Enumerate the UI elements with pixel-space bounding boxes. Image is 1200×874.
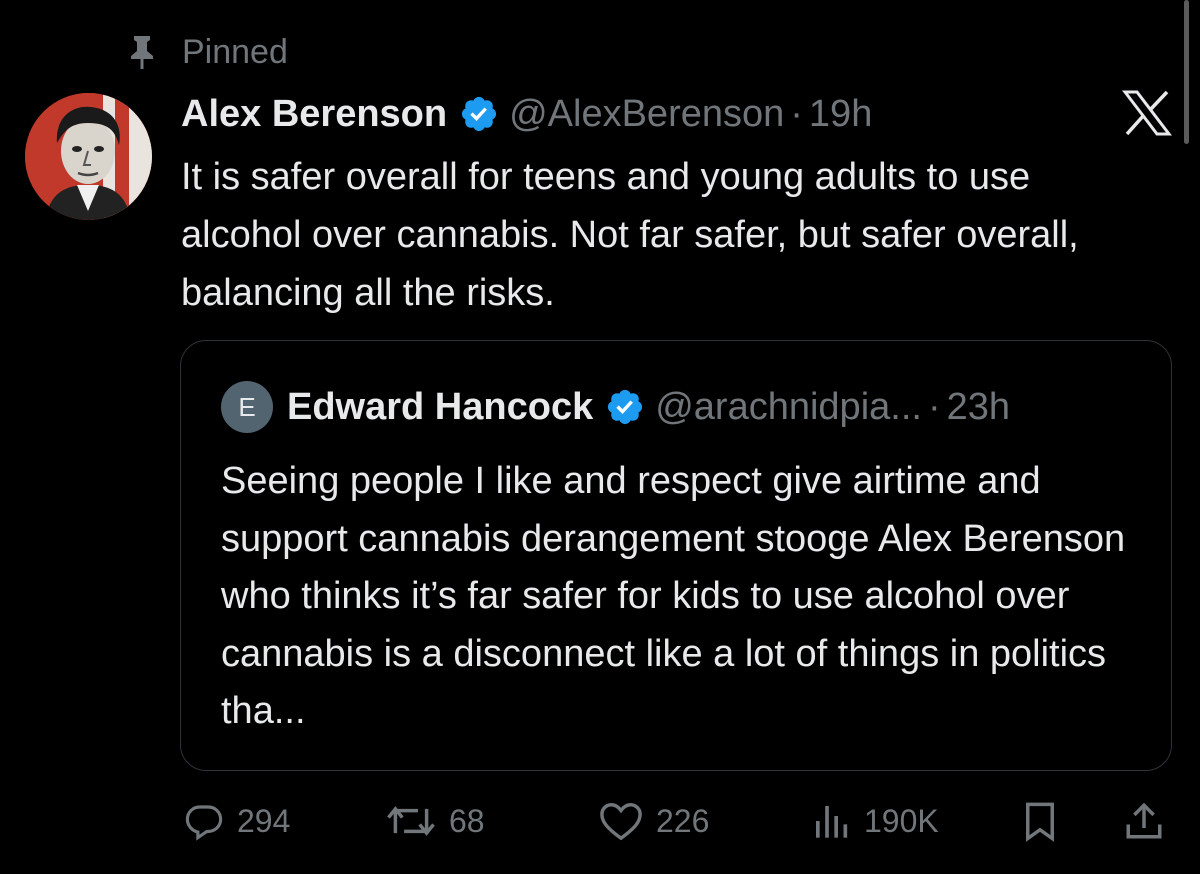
quoted-tweet-text: Seeing people I like and respect give ai…	[221, 460, 1126, 732]
author-avatar[interactable]	[25, 93, 152, 220]
quoted-author-handle: @arachnidpia...	[655, 385, 922, 428]
heart-icon	[600, 803, 642, 841]
tweet-header: Alex Berenson @AlexBerenson · 19h	[181, 90, 872, 138]
pin-icon	[122, 32, 162, 72]
views-count: 190K	[864, 802, 939, 839]
bookmark-icon	[1026, 802, 1054, 842]
views-button[interactable]: 190K	[810, 796, 939, 846]
pinned-indicator: Pinned	[122, 30, 288, 74]
bookmark-button[interactable]	[1020, 796, 1072, 846]
separator-dot: ·	[790, 92, 803, 135]
quoted-tweet-timestamp: 23h	[946, 385, 1011, 428]
verified-badge-icon	[605, 387, 645, 427]
like-button[interactable]: 226	[598, 796, 709, 846]
quoted-tweet-card[interactable]: E Edward Hancock @arachnidpia... · 23h S…	[180, 340, 1172, 771]
author-name[interactable]: Alex Berenson	[181, 93, 447, 136]
tweet-timestamp[interactable]: 19h	[809, 93, 872, 136]
tweet-text: It is safer overall for teens and young …	[181, 156, 1079, 314]
like-count: 226	[656, 802, 710, 839]
repost-icon	[387, 806, 435, 836]
views-chart-icon	[816, 806, 848, 838]
x-logo-icon	[1121, 90, 1173, 136]
scrollbar[interactable]	[1184, 0, 1189, 144]
reply-count: 294	[237, 802, 291, 839]
repost-count: 68	[449, 802, 485, 839]
share-button[interactable]	[1123, 796, 1177, 846]
reply-button[interactable]: 294	[183, 796, 290, 846]
share-icon	[1126, 802, 1162, 839]
quoted-author-avatar: E	[221, 381, 273, 433]
quoted-tweet-header: E Edward Hancock @arachnidpia... · 23h	[221, 381, 1011, 433]
quoted-author-name: Edward Hancock	[287, 385, 594, 428]
pinned-label: Pinned	[182, 32, 288, 71]
author-handle[interactable]: @AlexBerenson	[509, 93, 784, 136]
separator-dot: ·	[927, 385, 941, 428]
reply-icon	[185, 805, 223, 841]
verified-badge-icon[interactable]	[459, 94, 499, 134]
repost-button[interactable]: 68	[385, 796, 485, 846]
